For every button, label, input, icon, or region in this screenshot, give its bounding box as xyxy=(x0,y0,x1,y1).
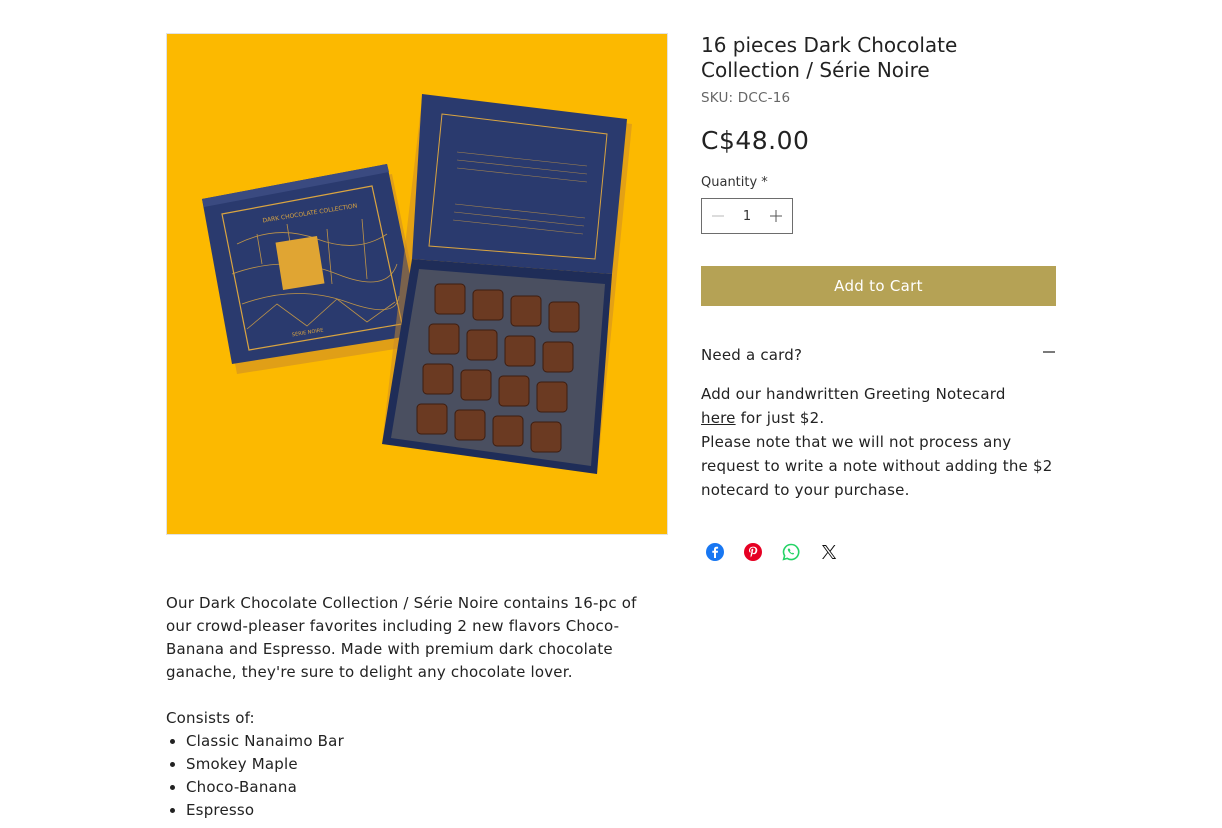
plus-icon xyxy=(770,210,782,222)
notecard-line-1: Add our handwritten Greeting Notecard xyxy=(701,385,1006,403)
product-price: C$48.00 xyxy=(701,126,810,155)
facebook-icon[interactable] xyxy=(705,542,725,562)
closed-box-illustration: DARK CHOCOLATE COLLECTION SÉRIE NOIRE xyxy=(202,164,427,374)
product-description: Our Dark Chocolate Collection / Série No… xyxy=(166,592,656,822)
consists-label: Consists of: xyxy=(166,709,255,727)
decrease-quantity-button[interactable] xyxy=(710,208,726,224)
pinterest-icon[interactable] xyxy=(743,542,763,562)
description-intro: Our Dark Chocolate Collection / Série No… xyxy=(166,594,637,681)
add-to-cart-button[interactable]: Add to Cart xyxy=(701,266,1056,306)
list-item: Smokey Maple xyxy=(186,753,656,776)
whatsapp-icon[interactable] xyxy=(781,542,801,562)
notecard-link[interactable]: here xyxy=(701,409,736,427)
need-a-card-toggle[interactable]: Need a card? xyxy=(701,346,1056,364)
product-photo: DARK CHOCOLATE COLLECTION SÉRIE NOIRE xyxy=(167,34,667,534)
quantity-value[interactable]: 1 xyxy=(743,209,751,224)
share-bar xyxy=(701,542,1056,562)
notecard-line-2: here for just $2. xyxy=(701,406,1056,430)
quantity-label: Quantity * xyxy=(701,175,768,190)
list-item: Espresso xyxy=(186,799,656,822)
product-info-panel: 16 pieces Dark Chocolate Collection / Sé… xyxy=(701,33,1056,562)
need-a-card-title: Need a card? xyxy=(701,346,803,364)
list-item: Choco-Banana xyxy=(186,776,656,799)
collapse-minus-icon[interactable] xyxy=(1042,346,1056,364)
minus-icon xyxy=(712,215,724,217)
x-icon[interactable] xyxy=(819,542,839,562)
increase-quantity-button[interactable] xyxy=(768,208,784,224)
product-sku: SKU: DCC-16 xyxy=(701,90,791,106)
product-title: 16 pieces Dark Chocolate Collection / Sé… xyxy=(701,33,958,82)
notecard-line-3: Please note that we will not process any… xyxy=(701,433,1053,499)
consists-list: Classic Nanaimo Bar Smokey Maple Choco-B… xyxy=(166,730,656,822)
quantity-stepper[interactable]: 1 xyxy=(701,198,793,234)
need-a-card-content: Add our handwritten Greeting Notecard he… xyxy=(701,382,1056,502)
notecard-line-2-text: for just $2. xyxy=(735,409,825,427)
list-item: Classic Nanaimo Bar xyxy=(186,730,656,753)
product-image[interactable]: DARK CHOCOLATE COLLECTION SÉRIE NOIRE xyxy=(166,33,668,535)
